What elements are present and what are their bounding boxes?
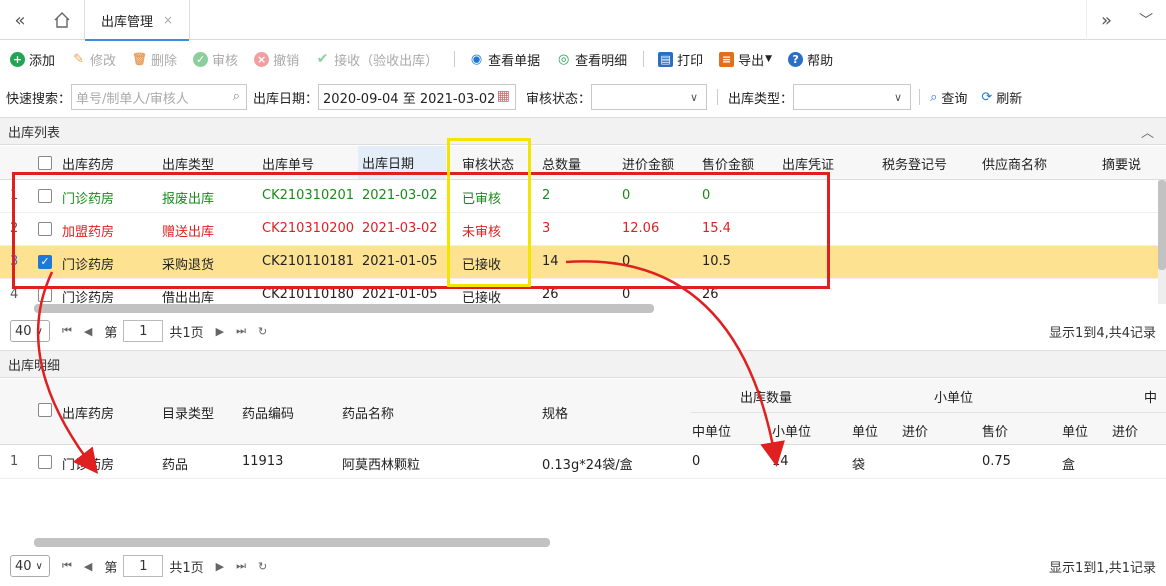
annotation-arrow-right <box>565 260 785 467</box>
annotation-arrows <box>36 260 785 474</box>
annotation-arrow-left <box>36 271 99 474</box>
